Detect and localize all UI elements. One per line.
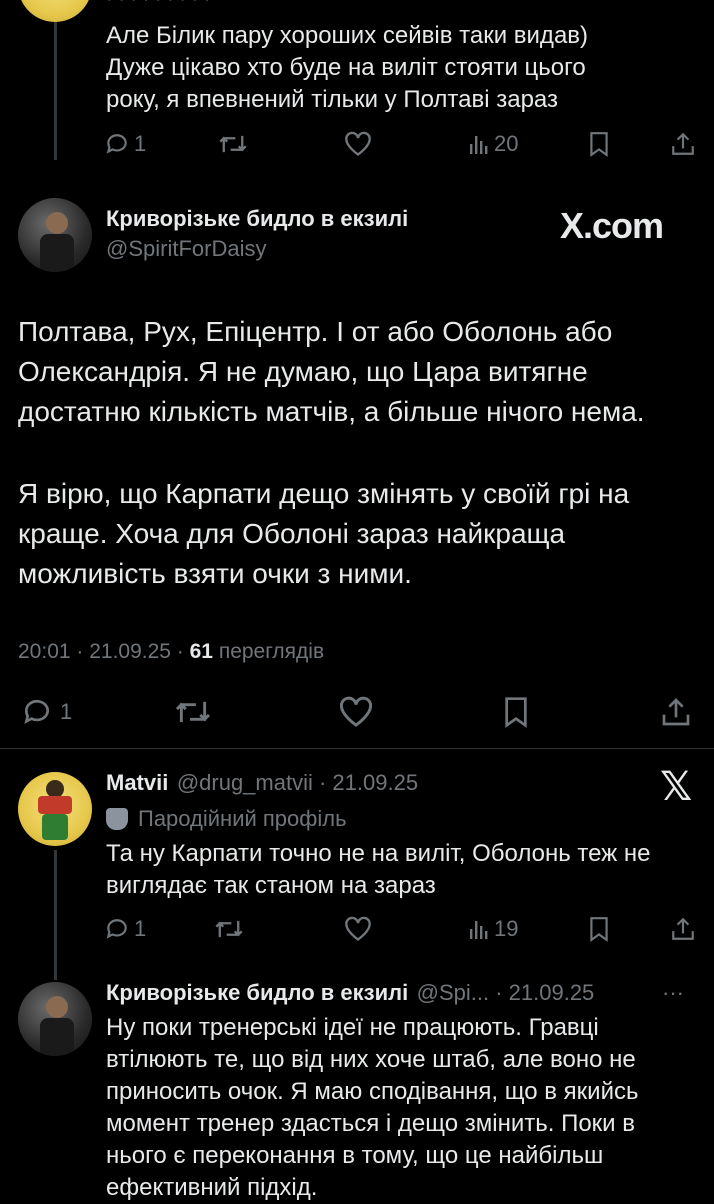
reply-count: 1 (134, 916, 147, 941)
avatar[interactable] (18, 772, 92, 846)
reply-icon (106, 134, 127, 154)
bookmark-button[interactable] (588, 916, 610, 942)
reply-text: Але Білик пару хороших сейвів таки видав… (106, 22, 589, 113)
bookmark-button[interactable] (588, 131, 610, 157)
retweet-icon (215, 920, 243, 938)
reply-icon (24, 699, 49, 724)
reply-header: Matvii @drug_matvii · 21.09.25 (106, 770, 418, 796)
share-button[interactable] (670, 131, 696, 157)
reply-text: Ну поки тренерські ідеї не працюють. Гра… (106, 1014, 639, 1201)
x-logo-icon: X.com (560, 205, 664, 246)
share-button[interactable] (660, 696, 692, 728)
views-count: 61 (189, 640, 213, 663)
post-time[interactable]: 20:01 · 21.09.25 · (18, 640, 190, 663)
bookmark-icon (590, 132, 608, 157)
like-button[interactable] (338, 696, 374, 728)
bookmark-icon (505, 697, 527, 728)
reply-button[interactable]: 1 (104, 916, 146, 942)
bookmark-icon (590, 917, 608, 942)
author-handle[interactable]: @Spi... · 21.09.25 (417, 980, 595, 1005)
parody-label: Пародійний профіль (138, 806, 347, 831)
author-name[interactable]: Криворізьке бидло в екзилі (106, 206, 408, 232)
share-button[interactable] (670, 916, 696, 942)
like-button[interactable] (344, 916, 372, 942)
views-label: переглядів (212, 640, 325, 663)
views-button[interactable]: 20 (468, 131, 518, 157)
x-logo-icon: 𝕏 (660, 765, 693, 809)
avatar[interactable] (18, 0, 92, 22)
bookmark-button[interactable] (502, 696, 530, 728)
reply-header: Криворізьке бидло в екзилі @Spi... · 21.… (106, 980, 594, 1006)
share-icon (672, 132, 694, 155)
author-handle[interactable]: @drug_matvii · 21.09.25 (177, 770, 418, 795)
reply-button[interactable]: 1 (20, 696, 72, 728)
retweet-button[interactable] (218, 131, 248, 157)
views-icon (470, 921, 488, 939)
share-icon (662, 698, 690, 726)
like-button[interactable] (344, 131, 372, 157)
thread-line (54, 850, 57, 980)
avatar[interactable] (18, 982, 92, 1056)
views-icon (470, 136, 488, 154)
retweet-icon (175, 701, 211, 723)
share-icon (672, 917, 694, 940)
reply-icon (106, 919, 127, 939)
like-icon (345, 131, 371, 156)
reply-count: 1 (134, 131, 147, 156)
retweet-button[interactable] (214, 916, 244, 942)
retweet-icon (219, 135, 247, 153)
more-icon[interactable]: ··· (662, 980, 684, 1006)
parody-badge: Пародійний профіль (106, 806, 347, 832)
reply-button[interactable]: 1 (104, 131, 146, 157)
post-paragraph-2: Я вірю, що Карпати дещо змінять у своїй … (18, 478, 630, 589)
parody-mask-icon (106, 808, 128, 830)
reply-text: Та ну Карпати точно не на виліт, Оболонь… (106, 840, 651, 899)
retweet-button[interactable] (174, 696, 212, 728)
post-paragraph-1: Полтава, Рух, Епіцентр. І от або Оболонь… (18, 316, 645, 427)
author-handle[interactable]: @SpiritForDaisy (106, 236, 266, 262)
x-com-watermark: X.com (560, 205, 664, 247)
author-name[interactable]: Криворізьке бидло в екзилі (106, 980, 408, 1005)
views-count: 20 (494, 131, 519, 156)
like-icon (339, 696, 373, 727)
divider (0, 748, 714, 749)
thread-line (54, 0, 57, 160)
views-button[interactable]: 19 (468, 916, 518, 942)
cut-off-header: · · · · · · · · · (106, 0, 210, 11)
reply-count: 1 (60, 699, 73, 724)
views-count: 19 (494, 916, 519, 941)
post-meta: 20:01 · 21.09.25 · 61 переглядів (18, 640, 324, 664)
avatar[interactable] (18, 198, 92, 272)
like-icon (345, 916, 371, 941)
author-name[interactable]: Matvii (106, 770, 168, 795)
